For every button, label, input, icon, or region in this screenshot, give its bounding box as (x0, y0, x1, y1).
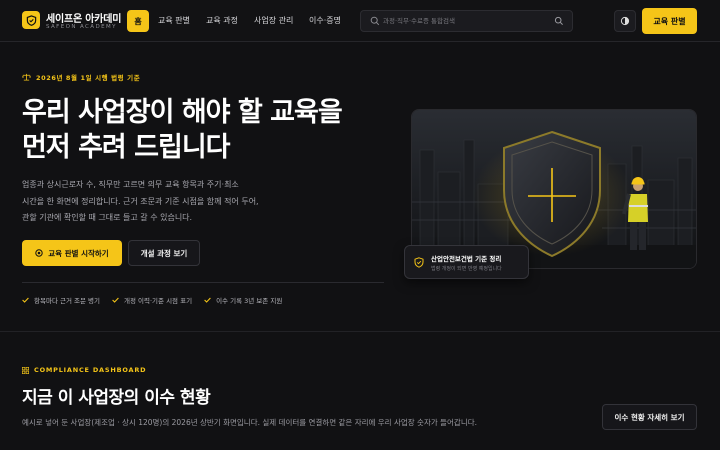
check-item: 항목마다 근거 조문 병기 (22, 295, 100, 305)
hero-desc-line2: 시간을 한 화면에 정리합니다. 근거 조문과 기준 시점을 함께 적어 두어, (22, 196, 259, 206)
brand-name[interactable]: 세이프온 아카데미 (46, 10, 121, 25)
theme-toggle-button[interactable] (614, 10, 636, 32)
check-icon (112, 297, 119, 303)
hero-headline: 우리 사업장이 해야 할 교육을 먼저 추려 드립니다 (22, 95, 343, 165)
dashboard-description: 예시로 넣어 둔 사업장(제조업 · 상시 120명)의 2026년 상반기 화… (22, 418, 478, 427)
header-cta-button[interactable]: 교육 판별 (642, 8, 697, 34)
start-check-button[interactable]: 교육 판별 시작하기 (22, 240, 122, 266)
hero-eyebrow: 2026년 8월 1일 시행 법령 기준 (22, 72, 140, 82)
check-item-label: 이수 기록 3년 보존 지원 (216, 297, 283, 305)
badge-title: 산업안전보건법 기준 정리 (431, 255, 502, 263)
hero-description: 업종과 상시근로자 수, 직무만 고르면 의무 교육 항목과 주기·최소 시간을… (22, 177, 362, 227)
hero-divider (22, 282, 384, 283)
check-item-label: 항목마다 근거 조문 병기 (34, 297, 100, 305)
start-check-label: 교육 판별 시작하기 (48, 248, 109, 258)
check-icon (22, 297, 29, 303)
search-icon (370, 16, 380, 26)
section-divider (0, 331, 720, 332)
nav-item-courses[interactable]: 교육 과정 (206, 15, 238, 26)
shield-logo-icon[interactable] (22, 11, 40, 29)
hero-headline-line1: 우리 사업장이 해야 할 교육을 (22, 97, 343, 128)
check-item: 이수 기록 3년 보존 지원 (204, 295, 282, 305)
grid-icon (22, 366, 29, 374)
view-completion-detail-button[interactable]: 이수 현황 자세히 보기 (602, 404, 697, 430)
target-icon (35, 249, 43, 257)
hero-desc-line3: 관할 기관에 확인할 때 그대로 들고 갈 수 있습니다. (22, 213, 193, 222)
nav-item-completion-certificate[interactable]: 이수·증명 (309, 15, 341, 26)
dashboard-title: 지금 이 사업장의 이수 현황 (22, 388, 211, 408)
view-courses-button[interactable]: 개설 과정 보기 (128, 240, 200, 266)
check-item-label: 개정 이력·기준 시점 표기 (124, 297, 193, 305)
brand-subtitle: SAFEON ACADEMY (46, 24, 117, 30)
dashboard-eyebrow: COMPLIANCE DASHBOARD (22, 366, 146, 374)
hero-desc-line1: 업종과 상시근로자 수, 직무만 고르면 의무 교육 항목과 주기·최소 (22, 180, 239, 189)
top-header: 세이프온 아카데미 SAFEON ACADEMY 홈 교육 판별 교육 과정 사… (0, 0, 720, 42)
nav-item-education-check[interactable]: 교육 판별 (158, 15, 190, 26)
search-submit-icon[interactable] (554, 16, 564, 26)
hero-eyebrow-text: 2026년 8월 1일 시행 법령 기준 (36, 74, 141, 82)
hero-check-list: 항목마다 근거 조문 병기 개정 이력·기준 시점 표기 이수 기록 3년 보존… (22, 295, 282, 305)
regulation-badge-card[interactable]: 산업안전보건법 기준 정리 법령 개정이 되면 반영 예정입니다 (404, 245, 529, 279)
check-icon (204, 297, 211, 303)
dashboard-eyebrow-text: COMPLIANCE DASHBOARD (34, 366, 147, 374)
nav-home-button[interactable]: 홈 (127, 10, 149, 32)
badge-subtitle: 법령 개정이 되면 반영 예정입니다 (431, 266, 502, 272)
check-item: 개정 이력·기준 시점 표기 (112, 295, 192, 305)
shield-check-icon (414, 257, 424, 268)
hero-headline-line2: 먼저 추려 드립니다 (22, 132, 231, 163)
nav-item-site-management[interactable]: 사업장 관리 (254, 15, 293, 26)
search-bar[interactable] (360, 10, 573, 32)
theme-toggle-icon (620, 16, 630, 26)
law-scale-icon (22, 73, 31, 81)
search-input[interactable] (383, 14, 543, 28)
